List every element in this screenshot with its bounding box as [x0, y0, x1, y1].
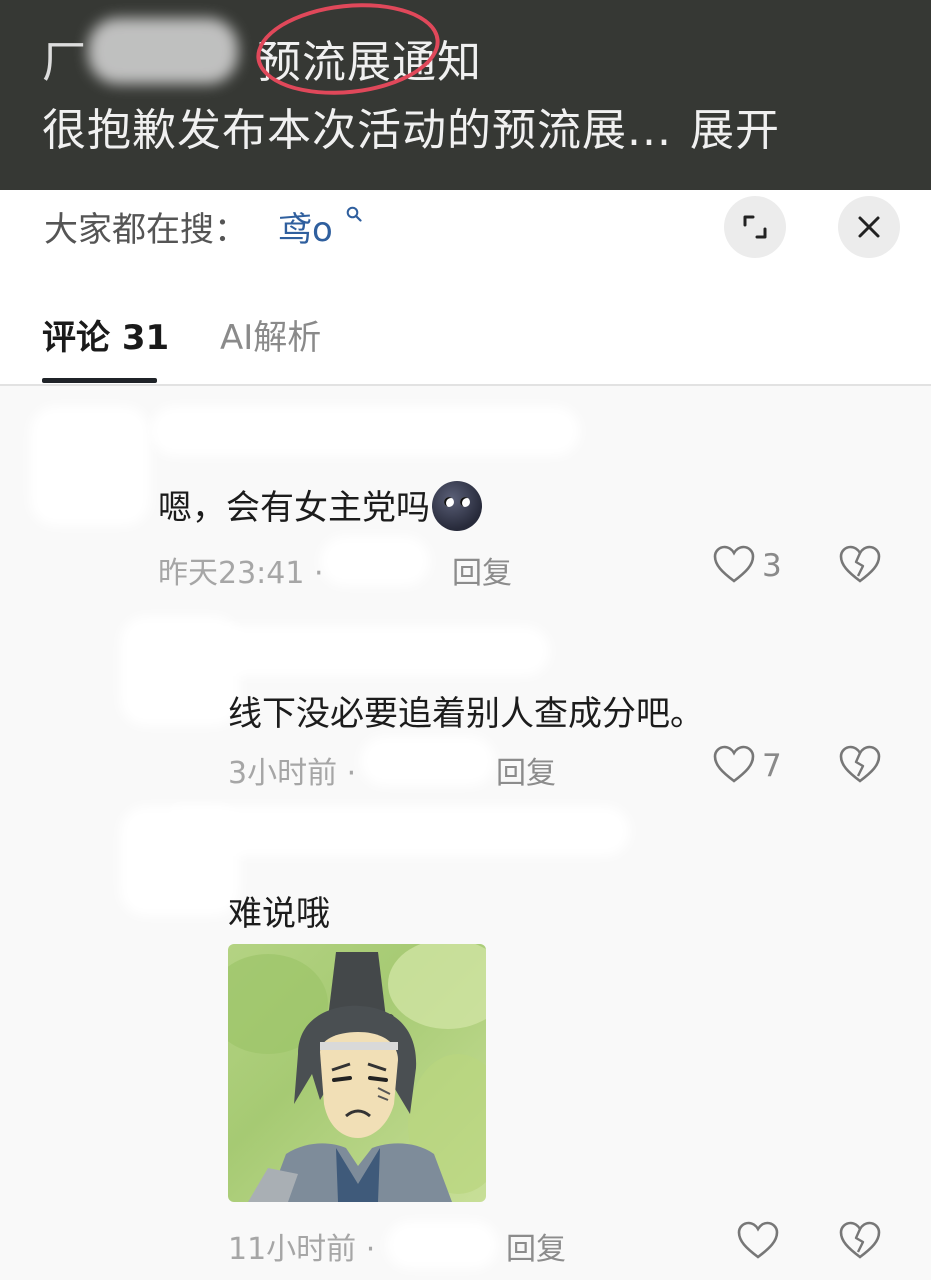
like-count: 3: [762, 548, 782, 584]
sticker-image[interactable]: [228, 944, 486, 1202]
notification-header: 厂预流展通知 很抱歉发布本次活动的预流展... 展开: [0, 0, 931, 190]
close-icon: [858, 216, 880, 238]
comment-time: 3小时前 ·: [228, 756, 357, 791]
trending-search-row: 大家都在搜： 鸢o: [0, 190, 931, 270]
comment-text: 难说哦: [228, 894, 330, 934]
trending-search-term[interactable]: 鸢o: [278, 202, 333, 251]
like-heart-icon[interactable]: [712, 544, 756, 584]
comment-time: 11小时前 ·: [228, 1232, 376, 1267]
like-count: 7: [762, 748, 782, 784]
tab-comments[interactable]: 评论 31: [42, 310, 169, 359]
reply-button[interactable]: 回复: [452, 548, 512, 592]
comment-text: 嗯，会有女主党吗: [158, 480, 482, 535]
comment-list: 嗯，会有女主党吗 昨天23:41 · 回复 3 线下没必要追着别人查成分吧。 3…: [0, 386, 931, 1280]
dislike-broken-heart-icon[interactable]: [838, 1220, 882, 1260]
like-heart-icon[interactable]: [712, 744, 756, 784]
reply-button[interactable]: 回复: [496, 748, 556, 792]
anime-character-sticker-icon: [228, 944, 486, 1202]
dislike-broken-heart-icon[interactable]: [838, 544, 882, 584]
redacted-username: [160, 806, 630, 856]
close-button[interactable]: [838, 196, 900, 258]
expand-link[interactable]: 展开: [690, 105, 780, 156]
trending-search-label: 大家都在搜：: [44, 210, 248, 250]
fullscreen-button[interactable]: [724, 196, 786, 258]
notification-subtitle[interactable]: 很抱歉发布本次活动的预流展... 展开: [42, 94, 780, 158]
tab-ai-analysis[interactable]: AI解析: [220, 310, 321, 359]
dislike-broken-heart-icon[interactable]: [838, 744, 882, 784]
redacted-username: [170, 626, 550, 676]
like-heart-icon[interactable]: [736, 1220, 780, 1260]
active-tab-indicator: [42, 378, 157, 383]
search-icon[interactable]: [346, 206, 362, 222]
expand-icon: [743, 215, 767, 239]
redacted-avatar: [30, 406, 150, 526]
redacted-username: [150, 406, 580, 456]
new-moon-face-icon: [432, 480, 482, 531]
redacted-location: [320, 536, 430, 586]
reply-button[interactable]: 回复: [506, 1224, 566, 1268]
redacted-location: [386, 1221, 498, 1269]
comment-text: 线下没必要追着别人查成分吧。: [228, 694, 704, 734]
comment-time: 昨天23:41 ·: [158, 556, 324, 591]
comment-tabs: 评论 31 AI解析: [0, 270, 931, 386]
redacted-location: [360, 736, 495, 786]
